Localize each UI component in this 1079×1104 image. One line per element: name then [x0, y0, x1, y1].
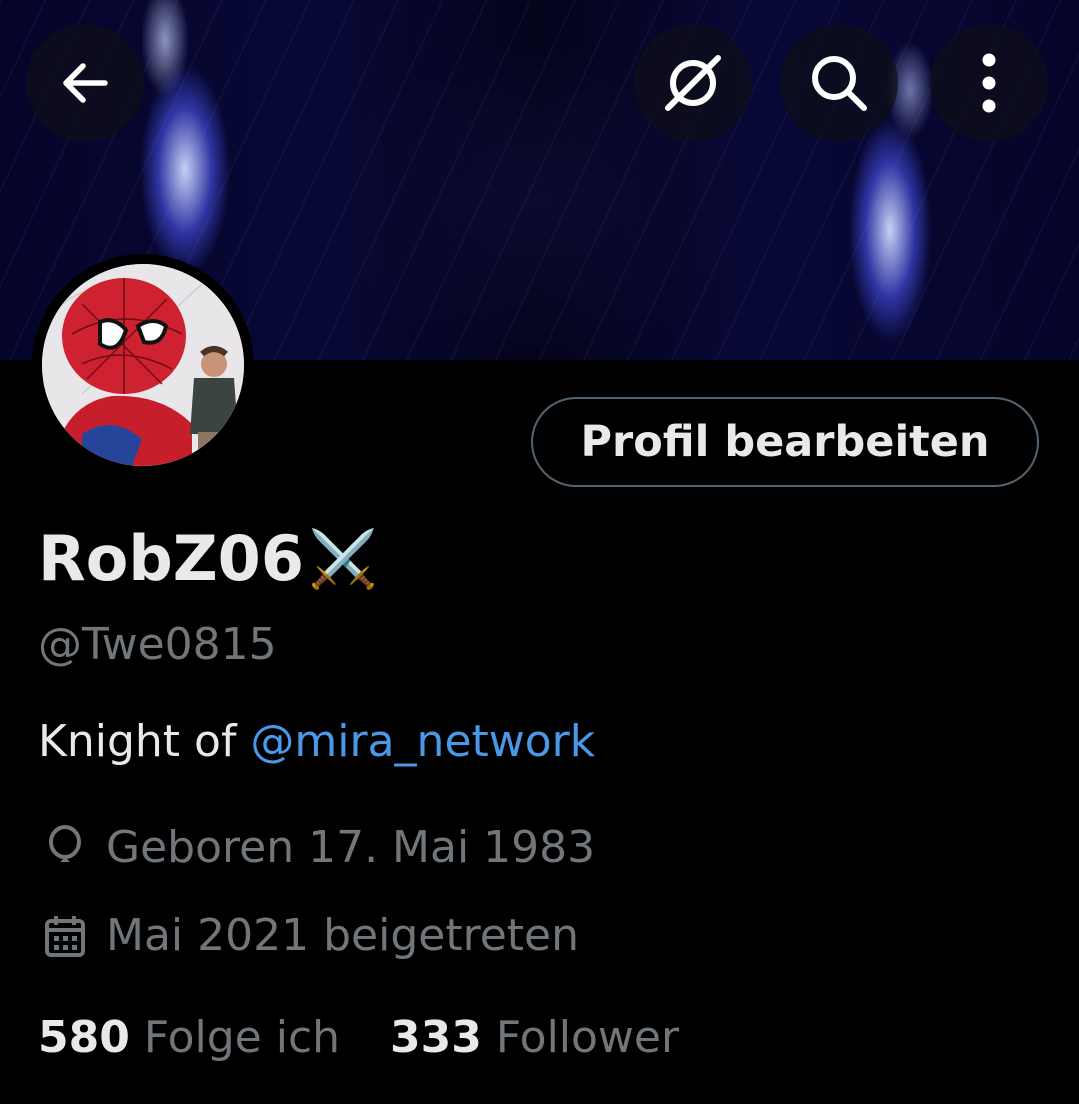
arrow-left-icon	[63, 63, 108, 103]
search-button[interactable]	[780, 24, 898, 142]
search-icon	[812, 56, 867, 111]
user-handle: @Twe0815	[38, 619, 277, 670]
followers-link[interactable]: 333 Follower	[390, 1012, 679, 1063]
following-label: Folge ich	[143, 1012, 341, 1063]
avatar-image	[42, 264, 244, 466]
bio: Knight of @mira_network	[38, 716, 595, 767]
birthday-text: Geboren 17. Mai 1983	[106, 822, 596, 873]
avatar[interactable]	[32, 254, 254, 476]
balloon-icon	[38, 824, 92, 872]
followers-count: 333	[390, 1012, 482, 1063]
joined-row: Mai 2021 beigetreten	[38, 910, 579, 961]
back-button[interactable]	[26, 24, 144, 142]
hide-button[interactable]	[634, 24, 752, 142]
joined-text: Mai 2021 beigetreten	[106, 910, 579, 961]
more-vertical-icon	[982, 53, 996, 113]
following-count: 580	[38, 1012, 130, 1063]
edit-profile-button[interactable]: Profil bearbeiten	[531, 397, 1039, 487]
more-button[interactable]	[930, 24, 1048, 142]
calendar-icon	[38, 912, 92, 960]
display-name-row: RobZ06 ⚔️	[38, 522, 378, 595]
following-link[interactable]: 580 Folge ich	[38, 1012, 340, 1063]
bio-mention-link[interactable]: @mira_network	[250, 716, 595, 767]
display-name: RobZ06	[38, 522, 304, 595]
bio-text: Knight of	[38, 716, 251, 767]
crossed-swords-badge: ⚔️	[307, 526, 378, 592]
followers-label: Follower	[495, 1012, 680, 1063]
follow-stats: 580 Folge ich 333 Follower	[38, 1012, 679, 1063]
slashed-circle-icon	[665, 55, 721, 111]
birthday-row: Geboren 17. Mai 1983	[38, 822, 595, 873]
